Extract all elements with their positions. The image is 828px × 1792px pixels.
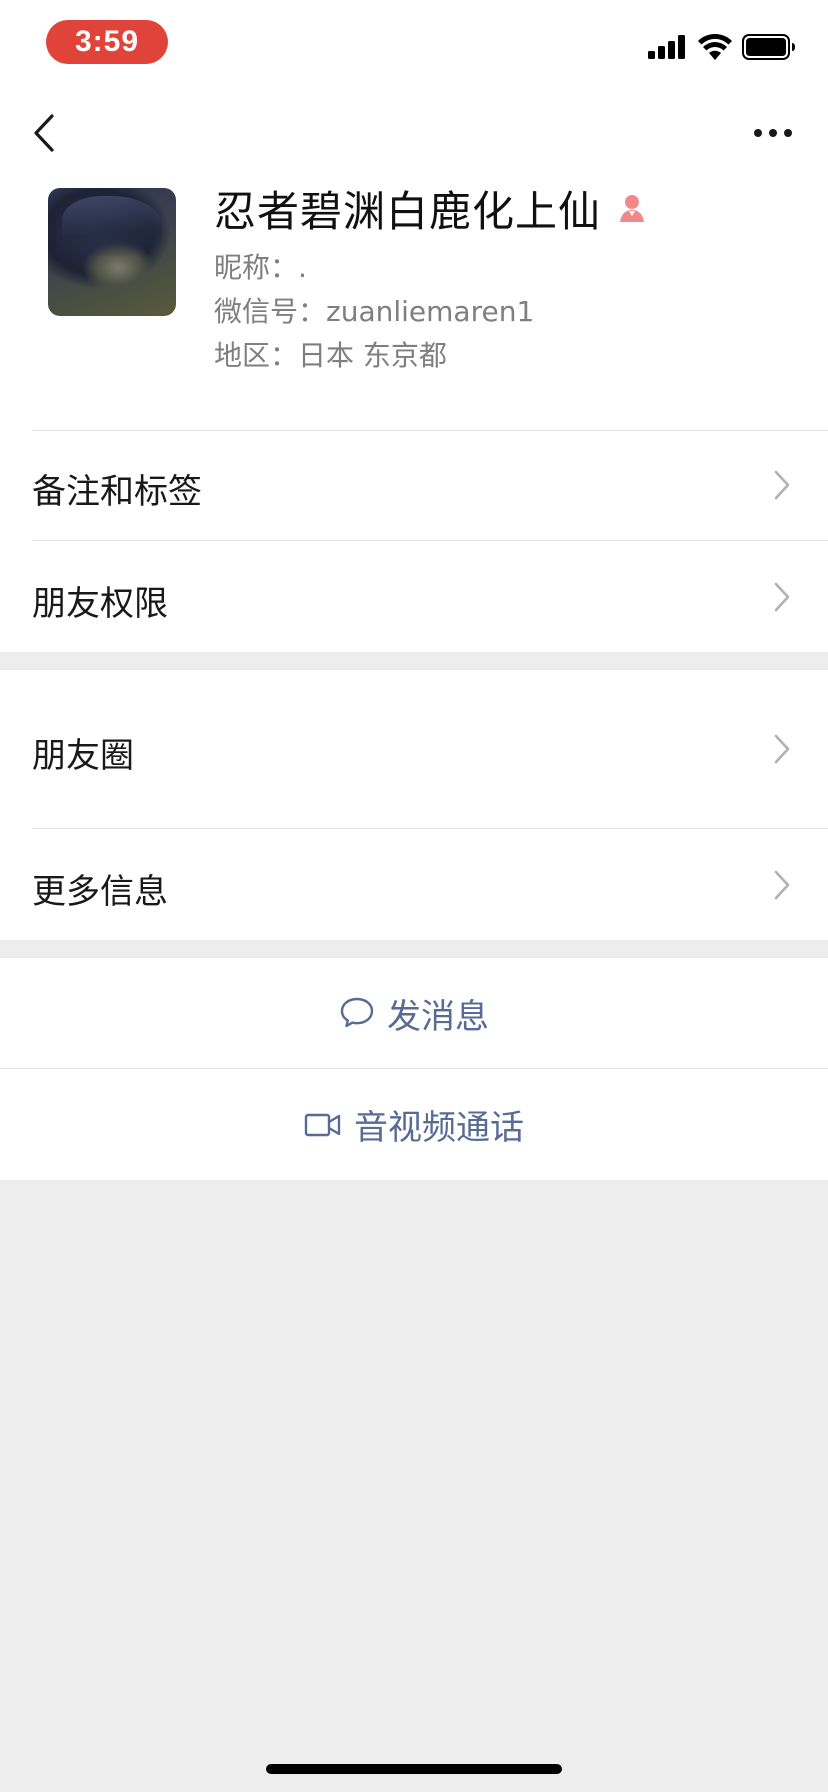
menu-item-moments[interactable]: 朋友圈 [0, 670, 828, 828]
nickname-value: . [298, 251, 307, 284]
wechat-id-line: 微信号：zuanliemaren1 [214, 290, 534, 330]
nickname-label: 昵称： [214, 251, 299, 284]
chevron-right-icon [774, 582, 790, 612]
contact-profile-page: 3:59 忍者碧渊白鹿化上仙 昵称：. 微信号：zuanliemaren1 地区… [0, 0, 828, 1792]
more-button[interactable] [748, 108, 798, 158]
back-button[interactable] [24, 108, 64, 158]
divider [32, 828, 828, 829]
region-label: 地区： [214, 339, 299, 372]
menu-label-moments: 朋友圈 [32, 736, 134, 776]
region-value: 日本 东京都 [298, 339, 447, 372]
profile-header: 忍者碧渊白鹿化上仙 昵称：. 微信号：zuanliemaren1 地区：日本 东… [0, 178, 828, 430]
home-indicator[interactable] [266, 1764, 562, 1774]
status-bar: 3:59 [0, 0, 828, 88]
chevron-left-icon [34, 114, 54, 152]
signal-icon [648, 35, 688, 63]
name-row: 忍者碧渊白鹿化上仙 [214, 178, 649, 238]
chevron-right-icon [774, 734, 790, 764]
display-name: 忍者碧渊白鹿化上仙 [214, 186, 602, 236]
menu-item-more-info[interactable]: 更多信息 [0, 828, 828, 940]
wechat-id-label: 微信号： [214, 295, 327, 328]
status-time[interactable]: 3:59 [46, 20, 168, 64]
wechat-id-value: zuanliemaren1 [326, 295, 535, 328]
menu-label-more-info: 更多信息 [32, 872, 168, 912]
divider [32, 430, 828, 431]
chevron-right-icon [774, 870, 790, 900]
menu-item-remarks-tags[interactable]: 备注和标签 [0, 430, 828, 540]
avatar[interactable] [48, 188, 176, 316]
nav-bar [0, 88, 828, 178]
menu-label-friend-permissions: 朋友权限 [32, 584, 168, 624]
video-call-label: 音视频通话 [354, 1108, 524, 1148]
nickname-line: 昵称：. [214, 246, 307, 286]
send-message-button[interactable]: 发消息 [0, 958, 828, 1068]
video-call-button[interactable]: 音视频通话 [0, 1068, 828, 1180]
ellipsis-icon [754, 129, 792, 137]
chevron-right-icon [774, 470, 790, 500]
send-message-label: 发消息 [387, 996, 489, 1037]
divider [32, 540, 828, 541]
menu-item-friend-permissions[interactable]: 朋友权限 [0, 540, 828, 652]
status-icons [648, 33, 796, 64]
wifi-icon [698, 33, 732, 64]
region-line: 地区：日本 东京都 [214, 334, 447, 374]
battery-icon [742, 34, 796, 64]
video-camera-icon [304, 1113, 341, 1136]
chat-bubble-icon [340, 997, 374, 1028]
menu-label-remarks-tags: 备注和标签 [32, 472, 202, 512]
female-icon [615, 191, 649, 225]
